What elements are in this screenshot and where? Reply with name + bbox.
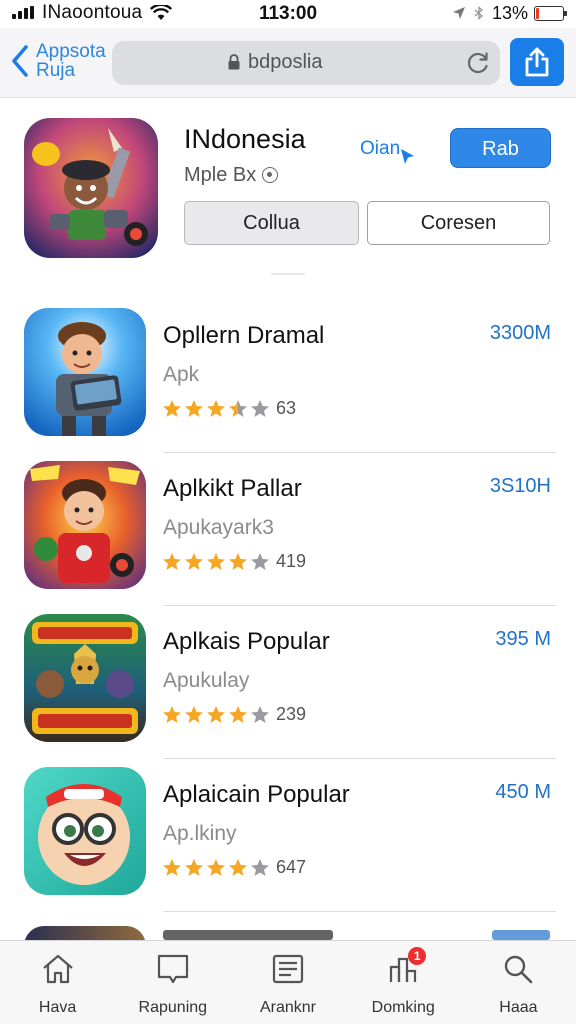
star-filled-icon <box>185 553 203 570</box>
app-size-partial <box>492 930 550 940</box>
list-item[interactable]: Aplaicain Popular Ap.lkiny 647 450 M <box>0 759 576 912</box>
tab-label: Haaa <box>499 999 538 1016</box>
star-filled-icon <box>207 859 225 876</box>
section-divider <box>271 273 305 275</box>
chevron-left-icon <box>12 45 28 77</box>
app-subtitle: Apukayark3 <box>163 516 274 539</box>
tab-apps[interactable]: Rapuning <box>115 941 230 1024</box>
featured-app-developer: Mple Bx <box>184 164 257 186</box>
star-filled-icon <box>185 706 203 723</box>
ranking-icon-wrap: 1 <box>386 947 427 985</box>
app-size: 3300M <box>489 322 551 344</box>
list-item[interactable]: Aplkais Popular Apukulay 239 395 M <box>0 606 576 759</box>
featured-link[interactable]: Oian <box>360 138 400 160</box>
app-icon <box>24 461 146 589</box>
back-label: Appsota Ruja <box>36 42 106 80</box>
featured-app-icon[interactable] <box>24 118 158 258</box>
star-filled-icon <box>207 553 225 570</box>
star-filled-icon <box>207 400 225 417</box>
rating-count: 647 <box>276 857 307 877</box>
star-filled-icon <box>207 706 225 723</box>
star-half-icon <box>229 400 247 417</box>
app-subtitle: Ap.lkiny <box>163 822 237 845</box>
lock-icon <box>228 54 240 70</box>
featured-app-subtitle: Mple Bx <box>184 164 279 187</box>
url-text: bdposlia <box>248 51 323 73</box>
star-filled-icon <box>185 859 203 876</box>
rating-stars: 647 <box>162 857 306 878</box>
star-filled-icon <box>163 859 181 876</box>
app-name: Aplkais Popular <box>163 628 330 655</box>
battery-percent: 13% <box>491 2 528 23</box>
location-icon <box>452 7 465 19</box>
back-button[interactable]: Appsota Ruja <box>10 38 106 84</box>
tab-label: Aranknr <box>259 999 317 1016</box>
featured-app: INdonesia Mple Bx Oian Rab Collua Corese… <box>0 98 576 283</box>
tab-home[interactable]: Hava <box>0 941 115 1024</box>
star-filled-icon <box>163 553 181 570</box>
app-icon <box>24 614 146 742</box>
reload-icon[interactable] <box>466 51 490 75</box>
rating-count: 63 <box>276 398 297 418</box>
app-icon <box>24 308 146 436</box>
star-filled-icon <box>229 706 247 723</box>
cursor-icon <box>401 149 414 164</box>
app-name-partial <box>163 930 333 940</box>
tab-label: Rapuning <box>138 999 208 1016</box>
row-divider <box>163 911 556 912</box>
app-icon <box>24 767 146 895</box>
list-icon <box>272 954 304 984</box>
segment-button-2[interactable]: Coresen <box>367 201 550 245</box>
tab-bar: Hava Rapuning Aranknr 1 Domking Haaa <box>0 940 576 1024</box>
star-filled-icon <box>185 400 203 417</box>
list-item[interactable]: Opllern Dramal Apk 63 3300M <box>0 300 576 453</box>
rating-stars: 63 <box>162 398 296 419</box>
star-filled-icon <box>163 400 181 417</box>
tab-search[interactable]: Haaa <box>461 941 576 1024</box>
share-icon <box>525 47 549 77</box>
app-name: Aplaicain Popular <box>163 781 350 808</box>
star-filled-icon <box>229 553 247 570</box>
app-name: Aplkikt Pallar <box>163 475 302 502</box>
bluetooth-icon <box>474 6 484 20</box>
rating-count: 239 <box>276 704 307 724</box>
status-right: 13% <box>452 2 567 23</box>
tab-charts[interactable]: Aranknr <box>230 941 345 1024</box>
star-filled-icon <box>163 706 181 723</box>
featured-app-title: INdonesia <box>184 124 306 154</box>
star-empty-icon <box>251 553 269 570</box>
share-button[interactable] <box>510 38 564 86</box>
star-filled-icon <box>229 859 247 876</box>
home-icon <box>42 954 73 984</box>
tab-ranking[interactable]: 1 Domking <box>346 941 461 1024</box>
info-icon <box>262 167 279 183</box>
nav-bar: Appsota Ruja bdposlia <box>0 28 576 98</box>
address-bar[interactable]: bdposlia <box>112 41 500 85</box>
rating-count: 419 <box>276 551 307 571</box>
chat-icon <box>157 954 188 984</box>
tab-label: Hava <box>38 999 77 1016</box>
app-size: 450 M <box>495 781 551 803</box>
app-size: 395 M <box>495 628 551 650</box>
app-size: 3S10H <box>489 475 551 497</box>
battery-icon <box>534 5 567 21</box>
segment-button-1[interactable]: Collua <box>184 201 359 245</box>
get-button[interactable]: Rab <box>450 128 551 168</box>
tab-label: Domking <box>371 999 435 1016</box>
search-icon <box>505 955 533 984</box>
app-subtitle: Apukulay <box>163 669 250 692</box>
app-subtitle: Apk <box>163 363 200 386</box>
back-label-line-1: Appsota <box>36 41 106 62</box>
back-label-line-2: Ruja <box>36 60 76 81</box>
star-empty-icon <box>251 859 269 876</box>
list-item[interactable]: Aplkikt Pallar Apukayark3 419 3S10H <box>0 453 576 606</box>
star-empty-icon <box>251 706 269 723</box>
rating-stars: 239 <box>162 704 306 725</box>
rating-stars: 419 <box>162 551 306 572</box>
star-empty-icon <box>251 400 269 417</box>
notification-badge: 1 <box>408 947 427 965</box>
app-name: Opllern Dramal <box>163 322 325 349</box>
battery-fill <box>536 7 539 19</box>
status-bar: INaoontoua 113:00 13% <box>0 0 576 28</box>
